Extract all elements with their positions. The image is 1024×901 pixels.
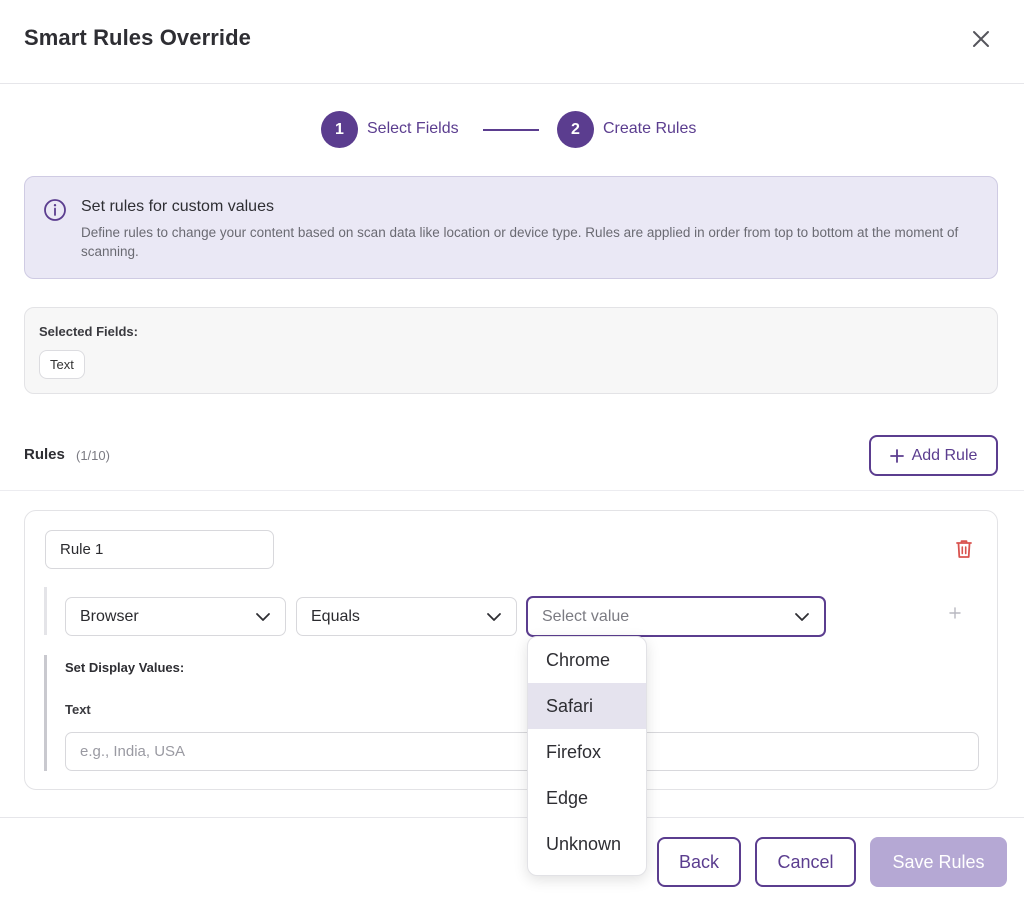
- step-2-number[interactable]: 2: [557, 111, 594, 148]
- info-description: Define rules to change your content base…: [81, 225, 959, 259]
- display-values-bar: [44, 655, 47, 771]
- dropdown-option-firefox[interactable]: Firefox: [528, 729, 646, 775]
- selected-fields-panel: Selected Fields: Text: [24, 307, 998, 394]
- info-icon: [44, 199, 66, 221]
- add-rule-button[interactable]: Add Rule: [869, 435, 998, 476]
- value-select-placeholder: Select value: [542, 607, 630, 625]
- stepper: 1 Select Fields 2 Create Rules: [0, 111, 1024, 149]
- back-button[interactable]: Back: [657, 837, 741, 887]
- rules-divider: [0, 490, 1024, 491]
- step-1-number[interactable]: 1: [321, 111, 358, 148]
- chevron-down-icon: [795, 612, 809, 621]
- value-dropdown-menu: Chrome Safari Firefox Edge Unknown: [527, 636, 647, 876]
- attribute-select[interactable]: Browser: [65, 597, 286, 636]
- trash-icon: [956, 540, 972, 558]
- info-title: Set rules for custom values: [81, 198, 274, 215]
- text-value-placeholder: e.g., India, USA: [80, 743, 186, 760]
- close-icon: [973, 31, 989, 47]
- smart-rules-modal: Smart Rules Override 1 Select Fields 2 C…: [0, 0, 1024, 901]
- step-2-label[interactable]: Create Rules: [603, 120, 696, 138]
- selected-fields-label: Selected Fields:: [39, 324, 138, 339]
- delete-rule-button[interactable]: [955, 539, 975, 561]
- cancel-button[interactable]: Cancel: [755, 837, 856, 887]
- text-field-label: Text: [65, 702, 91, 717]
- operator-select-value: Equals: [311, 607, 360, 625]
- text-value-input[interactable]: e.g., India, USA: [65, 732, 979, 771]
- plus-icon: [949, 607, 961, 619]
- dropdown-option-chrome[interactable]: Chrome: [528, 637, 646, 683]
- attribute-select-value: Browser: [80, 607, 139, 625]
- condition-bar: [44, 587, 47, 635]
- dropdown-option-unknown[interactable]: Unknown: [528, 821, 646, 867]
- dropdown-option-edge[interactable]: Edge: [528, 775, 646, 821]
- chevron-down-icon: [256, 612, 270, 621]
- step-connector: [483, 129, 539, 131]
- save-rules-button[interactable]: Save Rules: [870, 837, 1007, 887]
- modal-title: Smart Rules Override: [24, 25, 251, 50]
- close-button[interactable]: [966, 24, 996, 54]
- rule-card: Rule 1 Browser Equals Select value Set D…: [24, 510, 998, 790]
- chevron-down-icon: [487, 612, 501, 621]
- step-1-label[interactable]: Select Fields: [367, 120, 459, 138]
- modal-header: Smart Rules Override: [0, 0, 1024, 84]
- field-chip: Text: [39, 350, 85, 379]
- rules-count: (1/10): [76, 448, 110, 463]
- display-values-label: Set Display Values:: [65, 660, 185, 675]
- dropdown-option-safari[interactable]: Safari: [528, 683, 646, 729]
- value-select[interactable]: Select value: [526, 596, 826, 637]
- rule-name-input[interactable]: Rule 1: [45, 530, 274, 569]
- info-banner: Set rules for custom values Define rules…: [24, 176, 998, 279]
- rules-title: Rules: [24, 446, 65, 463]
- add-condition-button[interactable]: [945, 603, 965, 623]
- add-rule-label: Add Rule: [911, 446, 978, 464]
- plus-icon: [889, 448, 904, 463]
- footer-divider: [0, 817, 1024, 818]
- operator-select[interactable]: Equals: [296, 597, 517, 636]
